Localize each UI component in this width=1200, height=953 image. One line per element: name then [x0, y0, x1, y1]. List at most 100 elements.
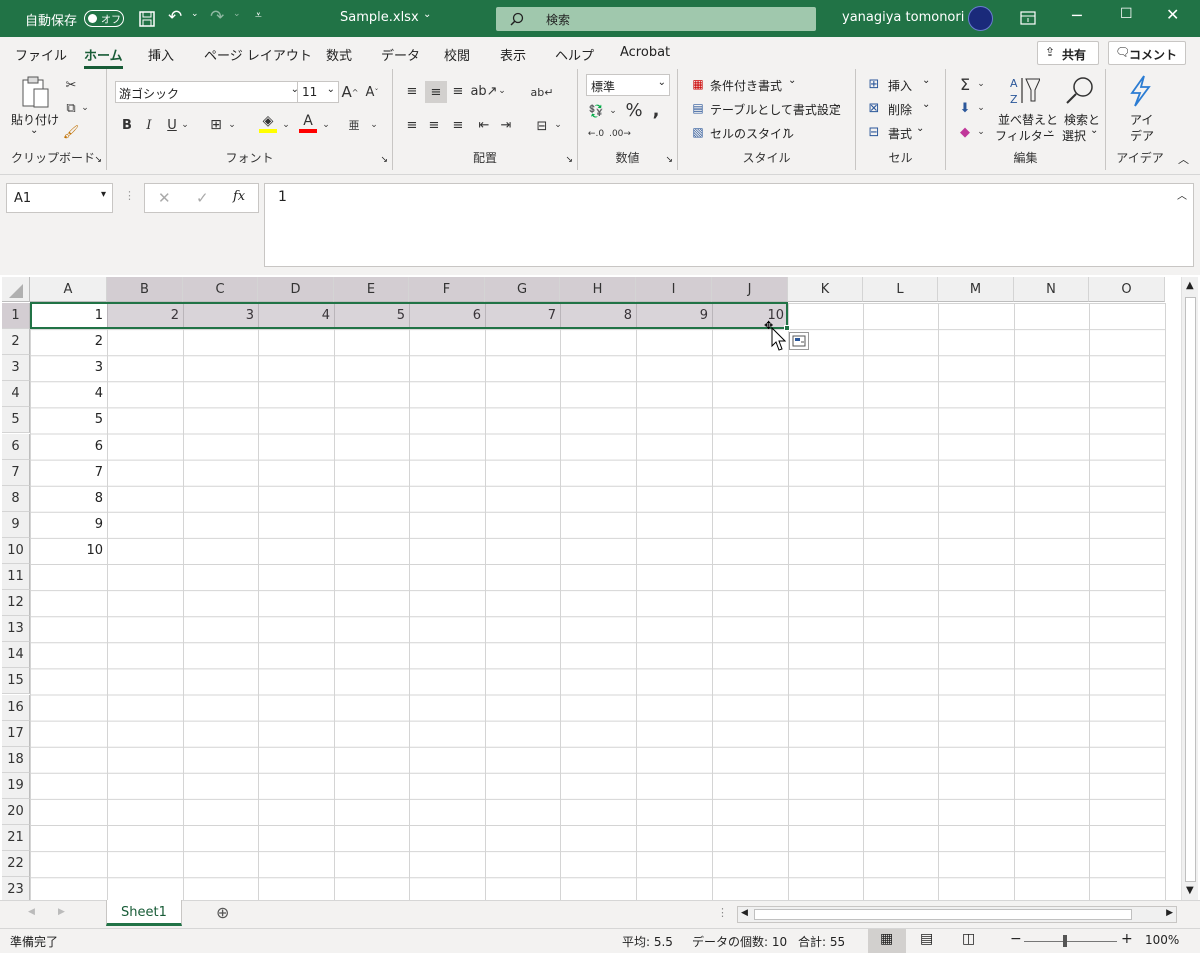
row-header-5[interactable]: 5 [2, 407, 30, 434]
decrease-decimal-icon[interactable]: .00→ [609, 124, 631, 144]
underline-icon[interactable]: U [164, 115, 180, 135]
column-header-j[interactable]: J [712, 277, 788, 302]
insert-cells-button[interactable]: 挿入 [888, 77, 912, 94]
cell-d1[interactable]: 4 [258, 303, 334, 329]
conditional-format-dropdown-icon[interactable]: ⌄ [788, 75, 796, 86]
minimize-icon[interactable]: ─ [1072, 6, 1082, 25]
tab-splitter-icon[interactable]: ⋮ [717, 906, 728, 919]
row-header-14[interactable]: 14 [2, 642, 30, 669]
add-sheet-icon[interactable]: ⊕ [216, 903, 229, 922]
row-header-7[interactable]: 7 [2, 459, 30, 486]
autosum-dropdown-icon[interactable]: ⌄ [976, 74, 986, 94]
find-select-dropdown-icon[interactable]: ⌄ [1090, 125, 1098, 136]
cell-i1[interactable]: 9 [636, 303, 712, 329]
column-header-g[interactable]: G [485, 277, 560, 302]
column-header-i[interactable]: I [636, 277, 712, 302]
column-header-f[interactable]: F [409, 277, 485, 302]
undo-dropdown-icon[interactable]: ⌄ [191, 9, 199, 19]
align-left-icon[interactable]: ≡ [403, 115, 421, 135]
fill-dropdown-icon[interactable]: ⌄ [976, 98, 986, 118]
font-color-icon[interactable]: A [299, 113, 317, 133]
row-header-3[interactable]: 3 [2, 355, 30, 382]
accounting-icon[interactable]: 💱 [586, 101, 606, 121]
grow-font-icon[interactable]: A ^ [341, 82, 359, 102]
insert-cells-dropdown-icon[interactable]: ⌄ [922, 75, 930, 86]
share-button[interactable]: ⇪ 共有 [1037, 41, 1099, 65]
search-box[interactable]: 検索 [496, 7, 816, 31]
enter-formula-icon[interactable]: ✓ [196, 189, 209, 207]
user-name[interactable]: yanagiya tomonori [842, 10, 964, 25]
percent-icon[interactable]: % [624, 99, 644, 121]
status-average[interactable]: 平均: 5.5 [622, 933, 673, 950]
accounting-dropdown-icon[interactable]: ⌄ [608, 101, 618, 121]
cell-c1[interactable]: 3 [183, 303, 258, 329]
font-name-select[interactable]: 游ゴシック ⌄ [115, 81, 303, 103]
vertical-scroll-thumb[interactable] [1185, 297, 1196, 882]
horizontal-scrollbar[interactable]: ◀ ▶ [737, 906, 1177, 923]
tab-acrobat[interactable]: Acrobat [620, 45, 670, 60]
customize-toolbar-icon[interactable]: ⩡ [255, 8, 262, 23]
orientation-icon[interactable]: ab↗ [470, 81, 497, 101]
redo-dropdown-icon[interactable]: ⌄ [233, 9, 241, 19]
cell-h1[interactable]: 8 [560, 303, 636, 329]
align-middle-icon[interactable]: ≡ [425, 81, 447, 103]
cell-a6[interactable]: 6 [30, 434, 107, 460]
scroll-up-icon[interactable]: ▲ [1186, 280, 1194, 291]
sort-filter-dropdown-icon[interactable]: ⌄ [1046, 125, 1054, 136]
find-select-label-2[interactable]: 選択 [1062, 127, 1086, 144]
cell-e1[interactable]: 5 [334, 303, 409, 329]
align-top-icon[interactable]: ≡ [403, 81, 421, 101]
paste-icon[interactable] [20, 75, 52, 111]
row-header-10[interactable]: 10 [2, 537, 30, 564]
row-header-21[interactable]: 21 [2, 825, 30, 852]
font-size-select[interactable]: 11 ⌄ [297, 81, 339, 103]
row-header-11[interactable]: 11 [2, 564, 30, 591]
column-header-o[interactable]: O [1089, 277, 1165, 302]
collapse-ribbon-icon[interactable]: ︿ [1178, 151, 1189, 167]
tab-view[interactable]: 表示 [500, 45, 526, 64]
cell-a4[interactable]: 4 [30, 381, 107, 407]
row-header-16[interactable]: 16 [2, 694, 30, 721]
ribbon-display-icon[interactable] [1020, 11, 1036, 25]
row-header-1[interactable]: 1 [2, 303, 30, 330]
cell-a1[interactable]: 1 [30, 303, 107, 329]
row-header-4[interactable]: 4 [2, 381, 30, 408]
find-select-icon[interactable] [1064, 75, 1096, 107]
border-icon[interactable]: ⊞ [207, 115, 225, 135]
cell-a2[interactable]: 2 [30, 329, 107, 355]
column-header-d[interactable]: D [258, 277, 334, 302]
align-right-icon[interactable]: ≡ [449, 115, 467, 135]
format-as-table-button[interactable]: テーブルとして書式設定 [710, 101, 841, 118]
tab-home[interactable]: ホーム [84, 45, 123, 69]
scroll-right-icon[interactable]: ▶ [1166, 908, 1173, 918]
tab-page-layout[interactable]: ページ レイアウト [204, 45, 312, 64]
tab-insert[interactable]: 挿入 [148, 45, 174, 64]
increase-indent-icon[interactable]: ⇥ [497, 115, 515, 135]
zoom-slider-thumb[interactable] [1063, 935, 1067, 947]
tab-data[interactable]: データ [381, 45, 420, 64]
scroll-down-icon[interactable]: ▼ [1186, 885, 1194, 896]
autosum-icon[interactable]: Σ [956, 74, 974, 94]
comment-button[interactable]: 🗨 コメント [1108, 41, 1186, 65]
column-header-b[interactable]: B [107, 277, 183, 302]
row-header-8[interactable]: 8 [2, 485, 30, 512]
row-header-2[interactable]: 2 [2, 329, 30, 356]
merge-dropdown-icon[interactable]: ⌄ [553, 115, 563, 135]
alignment-launcher-icon[interactable]: ↘ [565, 155, 573, 165]
row-header-22[interactable]: 22 [2, 851, 30, 878]
row-header-6[interactable]: 6 [2, 433, 30, 460]
format-painter-icon[interactable]: 🖌 [62, 124, 80, 140]
row-header-13[interactable]: 13 [2, 616, 30, 643]
column-header-n[interactable]: N [1014, 277, 1089, 302]
paste-dropdown-icon[interactable]: ⌄ [30, 125, 38, 136]
ideas-icon[interactable] [1126, 75, 1154, 107]
copy-icon[interactable]: ⧉ [62, 100, 80, 116]
formula-input[interactable]: 1 ︿ [264, 183, 1194, 267]
sort-filter-icon[interactable]: AZ [1008, 73, 1040, 107]
column-header-k[interactable]: K [788, 277, 863, 302]
close-icon[interactable]: ✕ [1166, 5, 1179, 24]
conditional-format-button[interactable]: 条件付き書式 [710, 77, 782, 94]
ideas-label-1[interactable]: アイ [1130, 111, 1153, 128]
autosave-toggle[interactable]: オフ [84, 10, 124, 27]
copy-dropdown-icon[interactable]: ⌄ [80, 100, 90, 116]
